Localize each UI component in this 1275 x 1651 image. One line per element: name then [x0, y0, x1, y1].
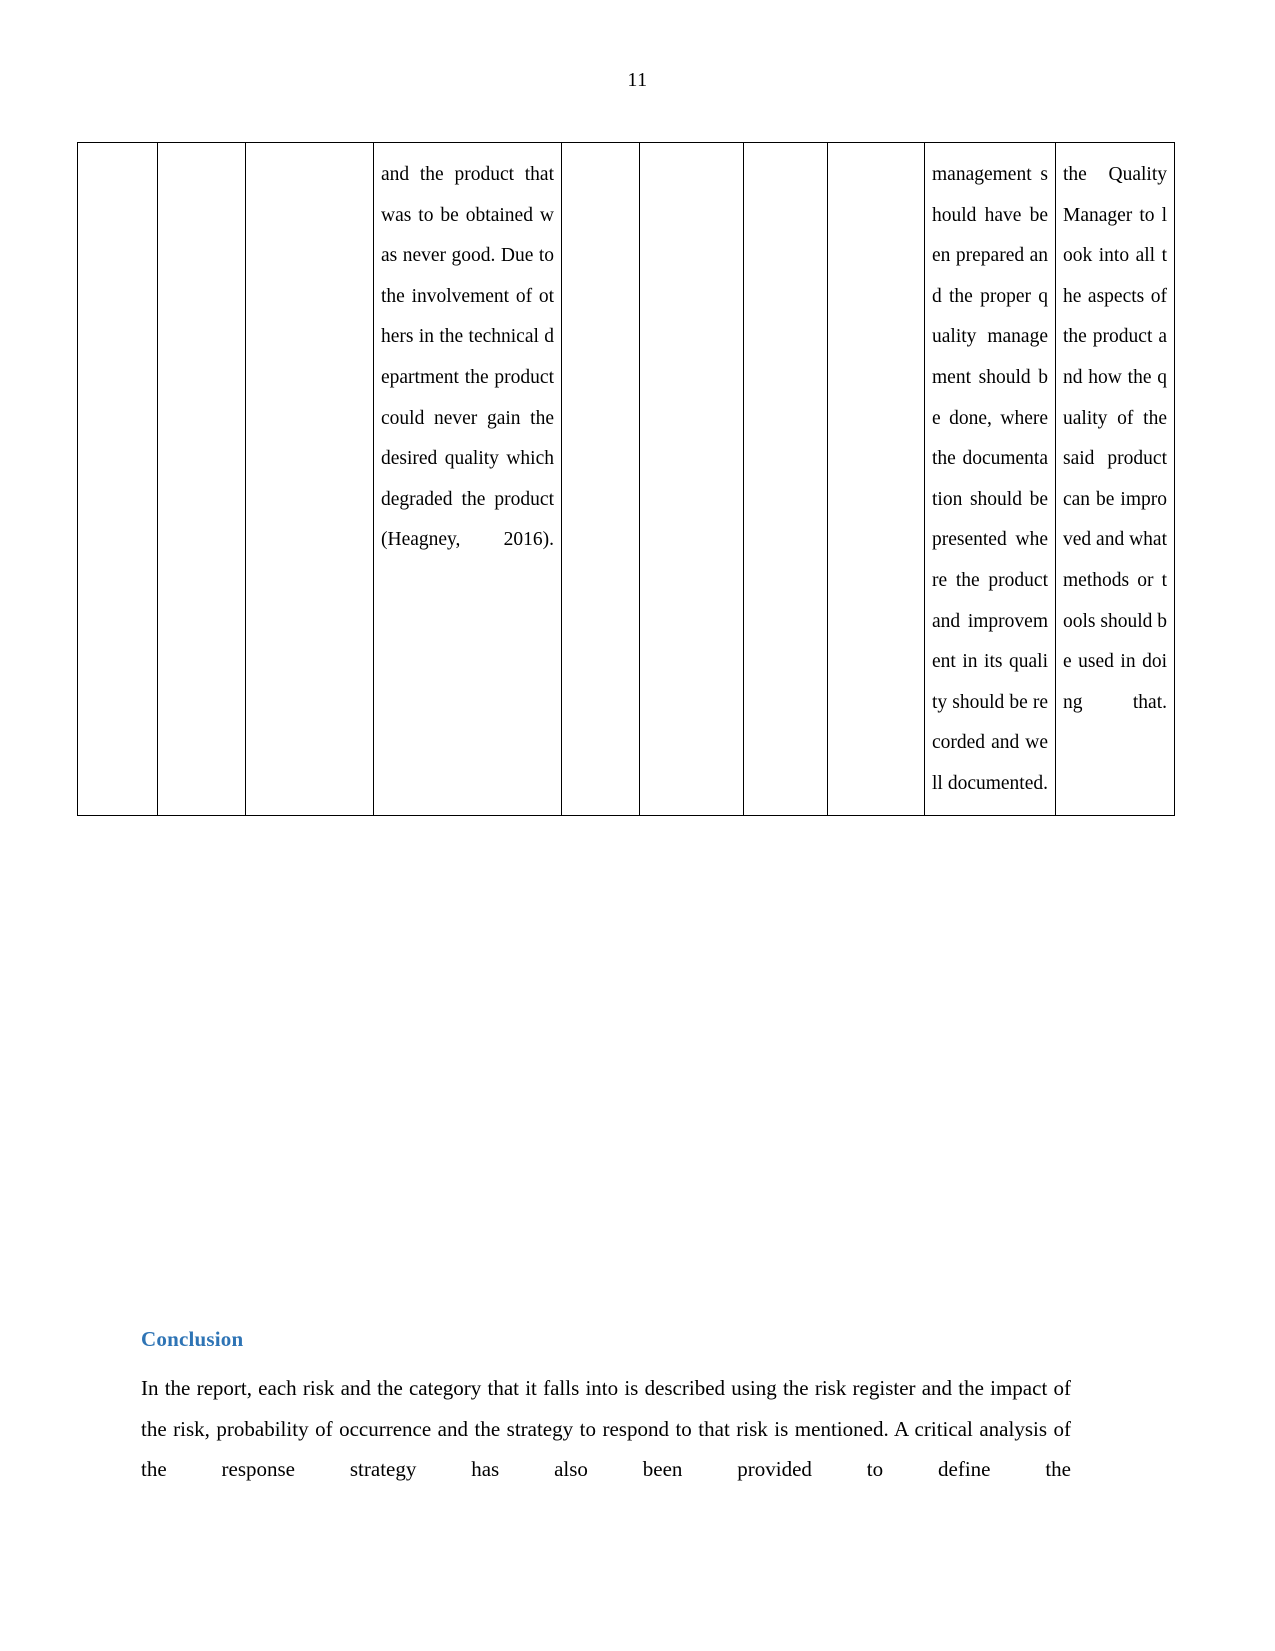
conclusion-body: In the report, each risk and the categor… [141, 1368, 1071, 1490]
table-cell-category [157, 142, 246, 816]
table-cell-rating [743, 142, 828, 816]
table-cell-risk-id [77, 142, 158, 816]
table-cell-owner-action: the Quality Manager to look into all the… [1055, 142, 1175, 816]
table-cell-probability [639, 142, 744, 816]
document-page: 11 and the product that was to be obtain… [0, 0, 1275, 1651]
table-cell-description: and the product that was to be obtained … [373, 142, 562, 816]
table-cell-risk-name [245, 142, 374, 816]
conclusion-paragraph: In the report, each risk and the categor… [141, 1376, 1071, 1481]
conclusion-heading: Conclusion [141, 1327, 244, 1351]
table-cell-impact [561, 142, 640, 816]
page-number: 11 [627, 69, 648, 91]
risk-register-table: and the product that was to be obtained … [77, 142, 1175, 816]
table-cell-strategy [827, 142, 925, 816]
table-row: and the product that was to be obtained … [77, 142, 1175, 816]
table-cell-response: management should have been prepared and… [924, 142, 1056, 816]
